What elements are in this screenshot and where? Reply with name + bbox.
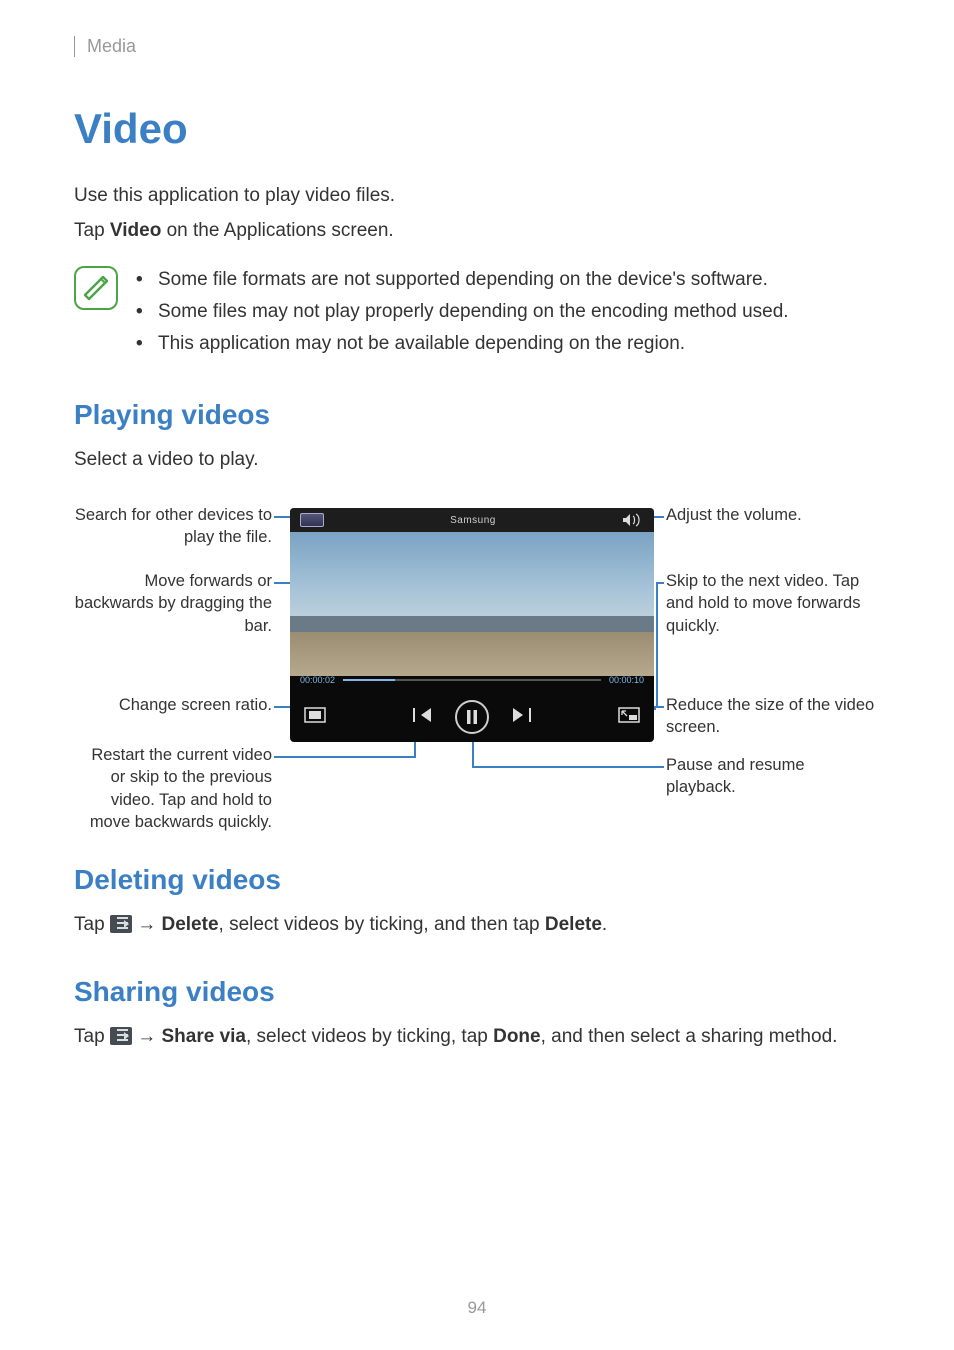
pip-icon[interactable]	[618, 707, 640, 728]
callout-skip-next: Skip to the next video. Tap and hold to …	[666, 570, 876, 637]
page-title: Video	[74, 105, 880, 153]
video-player-diagram: Search for other devices to play the fil…	[74, 494, 880, 834]
intro-line-2: Tap Video on the Applications screen.	[74, 216, 880, 245]
note-item: Some files may not play properly dependi…	[136, 296, 789, 328]
heading-playing-videos: Playing videos	[74, 399, 880, 431]
play-pause-button[interactable]	[455, 700, 489, 734]
heading-deleting-videos: Deleting videos	[74, 864, 880, 896]
menu-icon	[110, 915, 132, 933]
next-icon[interactable]	[513, 708, 531, 727]
screen-ratio-icon[interactable]	[304, 707, 326, 728]
note-block: Some file formats are not supported depe…	[74, 264, 880, 361]
playing-subtitle: Select a video to play.	[74, 445, 880, 474]
page-number: 94	[0, 1298, 954, 1318]
note-icon	[74, 266, 118, 310]
section-header: Media	[74, 36, 880, 57]
allshare-icon[interactable]	[300, 513, 324, 527]
video-player-screenshot: Samsung 00:00:02 00:00:10	[290, 508, 654, 742]
volume-icon[interactable]	[622, 513, 644, 527]
callout-reduce-size: Reduce the size of the video screen.	[666, 694, 880, 739]
sharing-instructions: Tap → Share via, select videos by tickin…	[74, 1022, 880, 1051]
callout-adjust-volume: Adjust the volume.	[666, 504, 876, 526]
previous-icon[interactable]	[413, 708, 431, 727]
section-name: Media	[87, 36, 880, 57]
callout-search-devices: Search for other devices to play the fil…	[74, 504, 272, 549]
time-elapsed: 00:00:02	[300, 675, 335, 685]
callout-drag-bar: Move forwards or backwards by dragging t…	[74, 570, 272, 637]
callout-restart-previous: Restart the current video or skip to the…	[74, 744, 272, 833]
progress-bar[interactable]	[343, 679, 601, 681]
intro-line-1: Use this application to play video files…	[74, 181, 880, 210]
note-item: Some file formats are not supported depe…	[136, 264, 789, 296]
menu-icon	[110, 1027, 132, 1045]
callout-screen-ratio: Change screen ratio.	[74, 694, 272, 716]
note-item: This application may not be available de…	[136, 328, 789, 360]
time-total: 00:00:10	[609, 675, 644, 685]
heading-sharing-videos: Sharing videos	[74, 976, 880, 1008]
video-title: Samsung	[450, 515, 496, 526]
deleting-instructions: Tap → Delete, select videos by ticking, …	[74, 910, 880, 939]
callout-pause-resume: Pause and resume playback.	[666, 754, 876, 799]
